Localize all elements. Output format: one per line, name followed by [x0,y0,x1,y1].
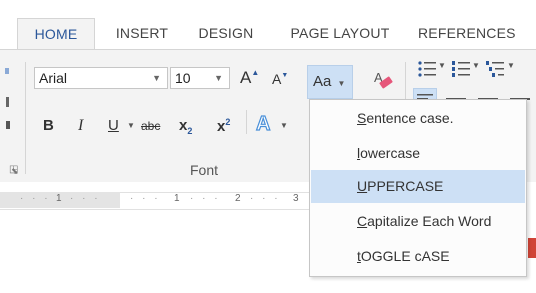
bullets-icon [418,61,436,77]
ruler-label: 3 [293,193,299,204]
tab-design[interactable]: DESIGN [190,18,262,50]
caret-down-icon: ▼ [281,72,289,79]
clipboard-partial-icon-2 [6,97,9,107]
scrollbar-marker [528,238,536,258]
ruler-ticks: · · · [190,193,221,204]
change-case-label: Aa [313,73,332,90]
font-name-value: Arial [39,70,68,86]
numbering-icon [452,61,470,77]
clipboard-partial-icon-3 [6,121,10,129]
multilevel-list-button[interactable] [485,60,507,78]
underline-button[interactable]: U [108,117,119,134]
multilevel-list-icon [486,61,504,77]
dialog-launcher-icon[interactable]: ⬊ [11,166,19,177]
font-size-combo[interactable]: 10 ▼ [170,67,230,89]
clear-formatting-button[interactable]: A [372,70,396,92]
menu-item-uppercase[interactable]: UPPERCASE [311,170,525,203]
ruler-ticks: · · · [20,193,51,204]
bullets-button[interactable] [417,60,439,78]
tab-page-layout[interactable]: PAGE LAYOUT [284,18,396,50]
chevron-down-icon: ▼ [152,73,161,83]
chevron-down-icon: ▼ [214,73,223,83]
superscript-button[interactable]: x2 [217,117,230,135]
font-group-label: Font [190,162,219,178]
menu-item-label: apitalize Each Word [367,213,492,229]
group-separator [25,62,26,174]
chevron-down-icon: ▼ [337,79,346,88]
chevron-down-icon[interactable]: ▼ [438,61,446,70]
superscript-mark: 2 [225,117,231,127]
menu-item-label: entence case. [366,110,454,126]
menu-item-label: OGGLE cASE [360,248,450,264]
italic-button[interactable]: I [78,117,83,135]
ruler-ticks: · · · [250,193,281,204]
menu-item-label: PPERCASE [367,178,444,194]
ruler-ticks: · · · [130,193,161,204]
change-case-button[interactable]: Aa ▼ [307,65,353,99]
chevron-down-icon[interactable]: ▼ [472,61,480,70]
numbering-button[interactable] [451,60,473,78]
strikethrough-button[interactable]: abc [141,119,160,133]
menu-item-label: owercase [360,145,421,161]
tab-home[interactable]: HOME [17,18,95,50]
ribbon-tab-bar: HOME INSERT DESIGN PAGE LAYOUT REFERENCE… [0,0,536,50]
menu-item-accel: U [357,178,368,194]
tab-references[interactable]: REFERENCES [418,18,536,50]
subscript-mark: 2 [187,126,193,136]
menu-item-sentence-case[interactable]: Sentence case. [311,102,525,135]
font-name-combo[interactable]: Arial ▼ [34,67,168,89]
chevron-down-icon[interactable]: ▼ [280,121,288,130]
ruler-ticks: · · · [70,193,101,204]
caret-up-icon: ▲ [251,68,260,77]
menu-item-accel: C [357,213,368,229]
chevron-down-icon[interactable]: ▼ [507,61,515,70]
menu-item-lowercase[interactable]: lowercase [311,137,525,170]
separator [246,110,247,134]
menu-item-accel: S [357,110,367,126]
ruler-label: 1 [174,193,180,204]
chevron-down-icon[interactable]: ▼ [127,121,135,130]
text-effects-button[interactable]: A [255,112,271,136]
shrink-font-button[interactable]: A▼ [272,71,288,87]
grow-font-icon: A [240,68,252,87]
tab-insert[interactable]: INSERT [108,18,176,50]
subscript-button[interactable]: x2 [179,117,192,136]
menu-item-toggle-case[interactable]: tOGGLE cASE [311,240,525,273]
ruler-label: 1 [56,193,62,204]
shrink-font-icon: A [272,71,282,87]
grow-font-button[interactable]: A▲ [240,68,259,88]
bold-button[interactable]: B [43,117,54,134]
ruler-label: 2 [235,193,241,204]
change-case-menu: Sentence case. lowercase UPPERCASE Capit… [309,99,527,277]
font-size-value: 10 [175,70,191,86]
clipboard-partial-icon [5,68,9,74]
menu-item-capitalize-each-word[interactable]: Capitalize Each Word [311,205,525,238]
